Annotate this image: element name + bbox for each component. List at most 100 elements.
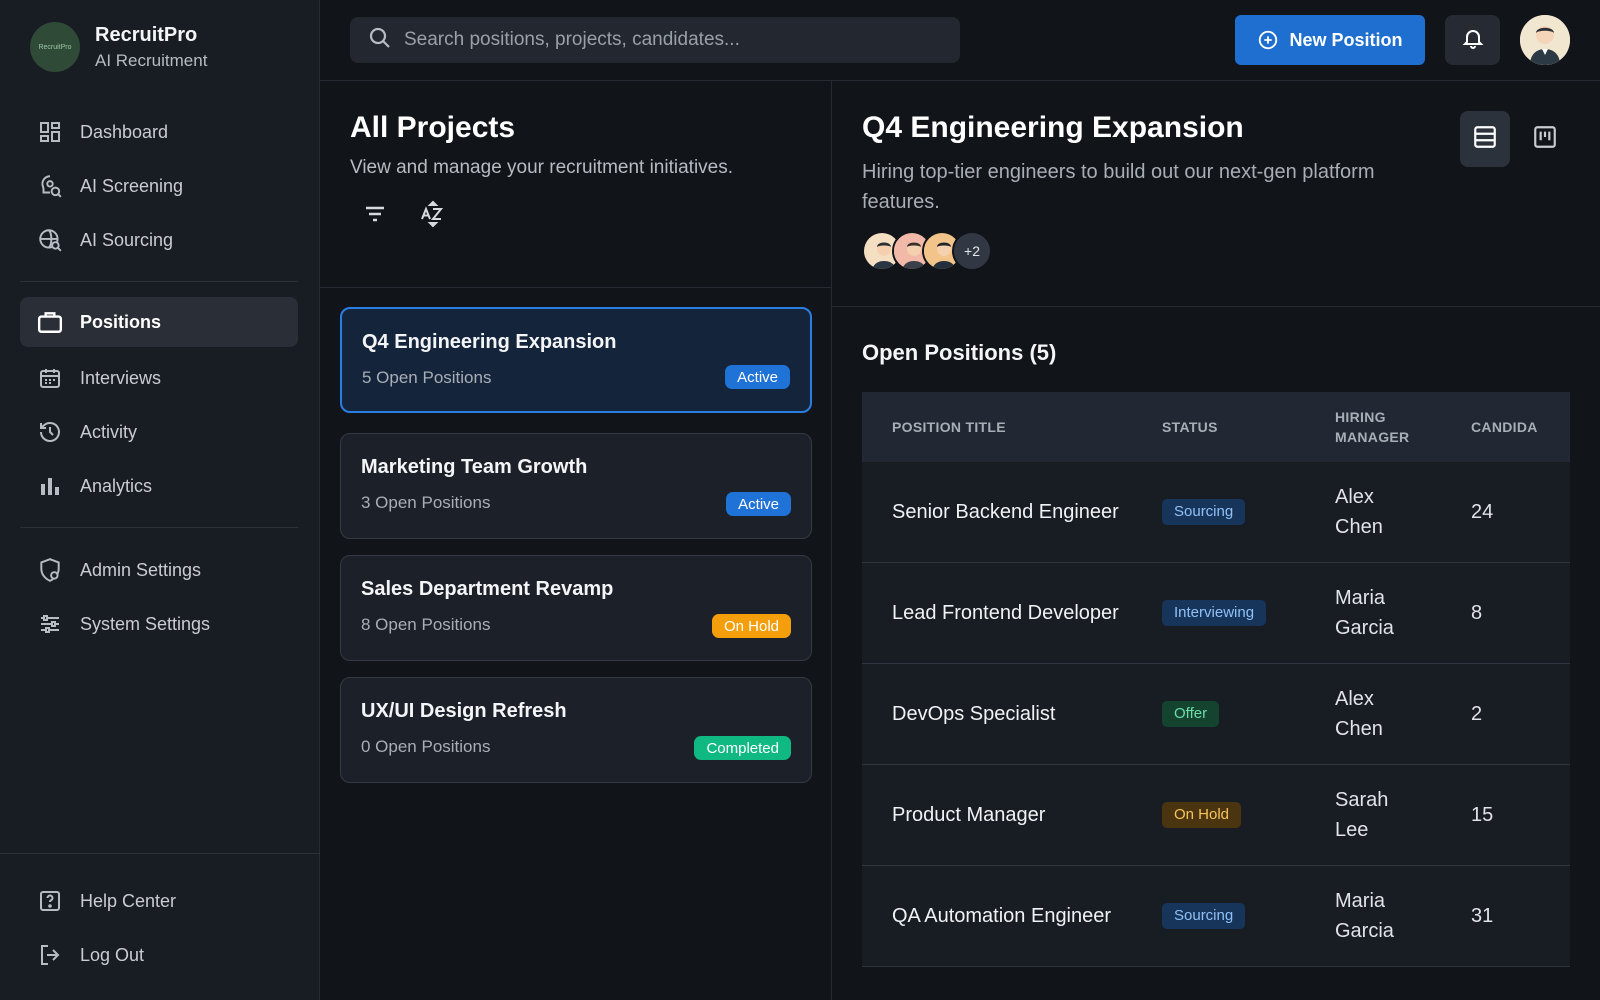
sidebar-item-positions[interactable]: Positions xyxy=(20,297,298,347)
sidebar: RecruitPro RecruitPro AI Recruitment Das… xyxy=(0,0,320,1000)
filter-button[interactable] xyxy=(360,201,390,231)
brand-subtitle: AI Recruitment xyxy=(95,50,208,70)
status-badge: Sourcing xyxy=(1162,903,1246,929)
table-row[interactable]: QA Automation Engineer Sourcing Maria Gar… xyxy=(862,866,1570,967)
sidebar-item-activity[interactable]: Activity xyxy=(20,407,298,457)
project-title: Sales Department Revamp xyxy=(361,578,614,600)
brand-name: RecruitPro xyxy=(95,23,198,46)
table-row[interactable]: Lead Frontend Developer Interviewing Mar… xyxy=(862,563,1570,664)
app-window: RecruitPro RecruitPro AI Recruitment Das… xyxy=(0,0,1600,1000)
status-badge: Active xyxy=(726,492,791,516)
sidebar-divider xyxy=(20,527,298,528)
sliders-icon xyxy=(36,610,64,638)
filter-icon xyxy=(363,202,387,231)
position-title[interactable]: QA Automation Engineer xyxy=(892,905,1111,927)
column-header[interactable]: HIRING MANAGER xyxy=(1335,407,1471,447)
manager-first-name: Alex xyxy=(1335,688,1374,710)
project-title: Q4 Engineering Expansion xyxy=(362,331,617,353)
sidebar-item-ai-sourcing[interactable]: AI Sourcing xyxy=(20,215,298,265)
position-title[interactable]: Senior Backend Engineer xyxy=(892,501,1119,523)
sidebar-item-system-settings[interactable]: System Settings xyxy=(20,599,298,649)
position-title[interactable]: DevOps Specialist xyxy=(892,703,1055,725)
candidate-count: 15 xyxy=(1471,803,1494,826)
status-badge: On Hold xyxy=(711,614,791,638)
briefcase-icon xyxy=(36,308,64,336)
positions-table: POSITION TITLE STATUS HIRING MANAGER CAN… xyxy=(862,392,1570,967)
manager-last-name: Chen xyxy=(1335,718,1383,740)
notifications-button[interactable] xyxy=(1445,15,1500,65)
top-bar: New Position xyxy=(320,0,1600,81)
sidebar-item-log-out[interactable]: Log Out xyxy=(20,930,298,980)
table-row[interactable]: DevOps Specialist Offer Alex Chen 2 xyxy=(862,664,1570,765)
sidebar-item-analytics[interactable]: Analytics xyxy=(20,461,298,511)
status-badge: Offer xyxy=(1162,701,1220,727)
dashboard-icon xyxy=(36,118,64,146)
column-header[interactable]: STATUS xyxy=(1162,417,1335,437)
manager-first-name: Maria xyxy=(1335,890,1386,912)
kanban-icon xyxy=(1532,124,1558,155)
status-badge: Sourcing xyxy=(1162,499,1246,525)
search-input[interactable] xyxy=(404,29,944,51)
search-box[interactable] xyxy=(350,17,960,63)
sort-button[interactable] xyxy=(418,200,448,231)
status-badge: Completed xyxy=(694,736,791,760)
sidebar-item-label: Help Center xyxy=(80,890,177,911)
hiring-manager: Sarah Lee xyxy=(1335,785,1471,845)
projects-subtitle: View and manage your recruitment initiat… xyxy=(350,157,734,178)
sidebar-item-label: Activity xyxy=(80,421,138,442)
bell-icon xyxy=(1461,26,1485,55)
sidebar-item-ai-screening[interactable]: AI Screening xyxy=(20,161,298,211)
sidebar-item-label: Log Out xyxy=(80,944,145,965)
table-row[interactable]: Product Manager On Hold Sarah Lee 15 xyxy=(862,765,1570,866)
logout-icon xyxy=(36,941,64,969)
sidebar-item-label: AI Sourcing xyxy=(80,229,174,250)
brand[interactable]: RecruitPro RecruitPro AI Recruitment xyxy=(30,22,207,72)
sidebar-item-admin-settings[interactable]: Admin Settings xyxy=(20,545,298,595)
calendar-icon xyxy=(36,364,64,392)
new-position-button[interactable]: New Position xyxy=(1235,15,1425,65)
user-avatar[interactable] xyxy=(1520,15,1570,65)
project-card[interactable]: Q4 Engineering Expansion 5 Open Position… xyxy=(340,307,812,413)
sidebar-item-dashboard[interactable]: Dashboard xyxy=(20,107,298,157)
team-avatars[interactable]: +2 xyxy=(862,231,1570,271)
position-title[interactable]: Product Manager xyxy=(892,804,1045,826)
candidate-count: 8 xyxy=(1471,601,1483,624)
sidebar-item-label: AI Screening xyxy=(80,175,184,196)
table-row[interactable]: Senior Backend Engineer Sourcing Alex Che… xyxy=(862,462,1570,563)
sidebar-item-interviews[interactable]: Interviews xyxy=(20,353,298,403)
candidate-count: 24 xyxy=(1471,500,1494,523)
manager-first-name: Maria xyxy=(1335,587,1386,609)
hiring-manager: Alex Chen xyxy=(1335,684,1471,744)
manager-first-name: Sarah xyxy=(1335,789,1389,811)
ai-sourcing-icon xyxy=(36,226,64,254)
sidebar-item-label: Dashboard xyxy=(80,121,169,142)
candidate-count: 2 xyxy=(1471,702,1483,725)
status-badge: Active xyxy=(725,365,790,389)
sidebar-item-label: Analytics xyxy=(80,475,153,496)
projects-panel: All Projects View and manage your recrui… xyxy=(320,81,832,1000)
brand-logo: RecruitPro xyxy=(30,22,80,72)
plus-circle-icon xyxy=(1257,29,1279,51)
manager-first-name: Alex xyxy=(1335,486,1374,508)
column-header[interactable]: CANDIDA xyxy=(1471,417,1570,437)
list-view-button[interactable] xyxy=(1460,111,1510,167)
help-icon xyxy=(36,887,64,915)
project-title: UX/UI Design Refresh xyxy=(361,700,567,722)
manager-last-name: Garcia xyxy=(1335,617,1394,639)
project-card[interactable]: UX/UI Design Refresh 0 Open Positions Co… xyxy=(340,677,812,783)
column-header[interactable]: POSITION TITLE xyxy=(862,417,1162,437)
sidebar-item-help-center[interactable]: Help Center xyxy=(20,876,298,926)
hiring-manager: Alex Chen xyxy=(1335,482,1471,542)
board-view-button[interactable] xyxy=(1520,111,1570,167)
sidebar-item-label: System Settings xyxy=(80,613,211,634)
table-header: POSITION TITLE STATUS HIRING MANAGER CAN… xyxy=(862,392,1570,462)
ai-screening-icon xyxy=(36,172,64,200)
manager-last-name: Garcia xyxy=(1335,920,1394,942)
hiring-manager: Maria Garcia xyxy=(1335,583,1471,643)
status-badge: Interviewing xyxy=(1162,600,1267,626)
project-card[interactable]: Marketing Team Growth 3 Open Positions A… xyxy=(340,433,812,539)
bar-chart-icon xyxy=(36,472,64,500)
project-card[interactable]: Sales Department Revamp 8 Open Positions… xyxy=(340,555,812,661)
position-title[interactable]: Lead Frontend Developer xyxy=(892,602,1119,624)
team-more-count: +2 xyxy=(952,231,992,271)
